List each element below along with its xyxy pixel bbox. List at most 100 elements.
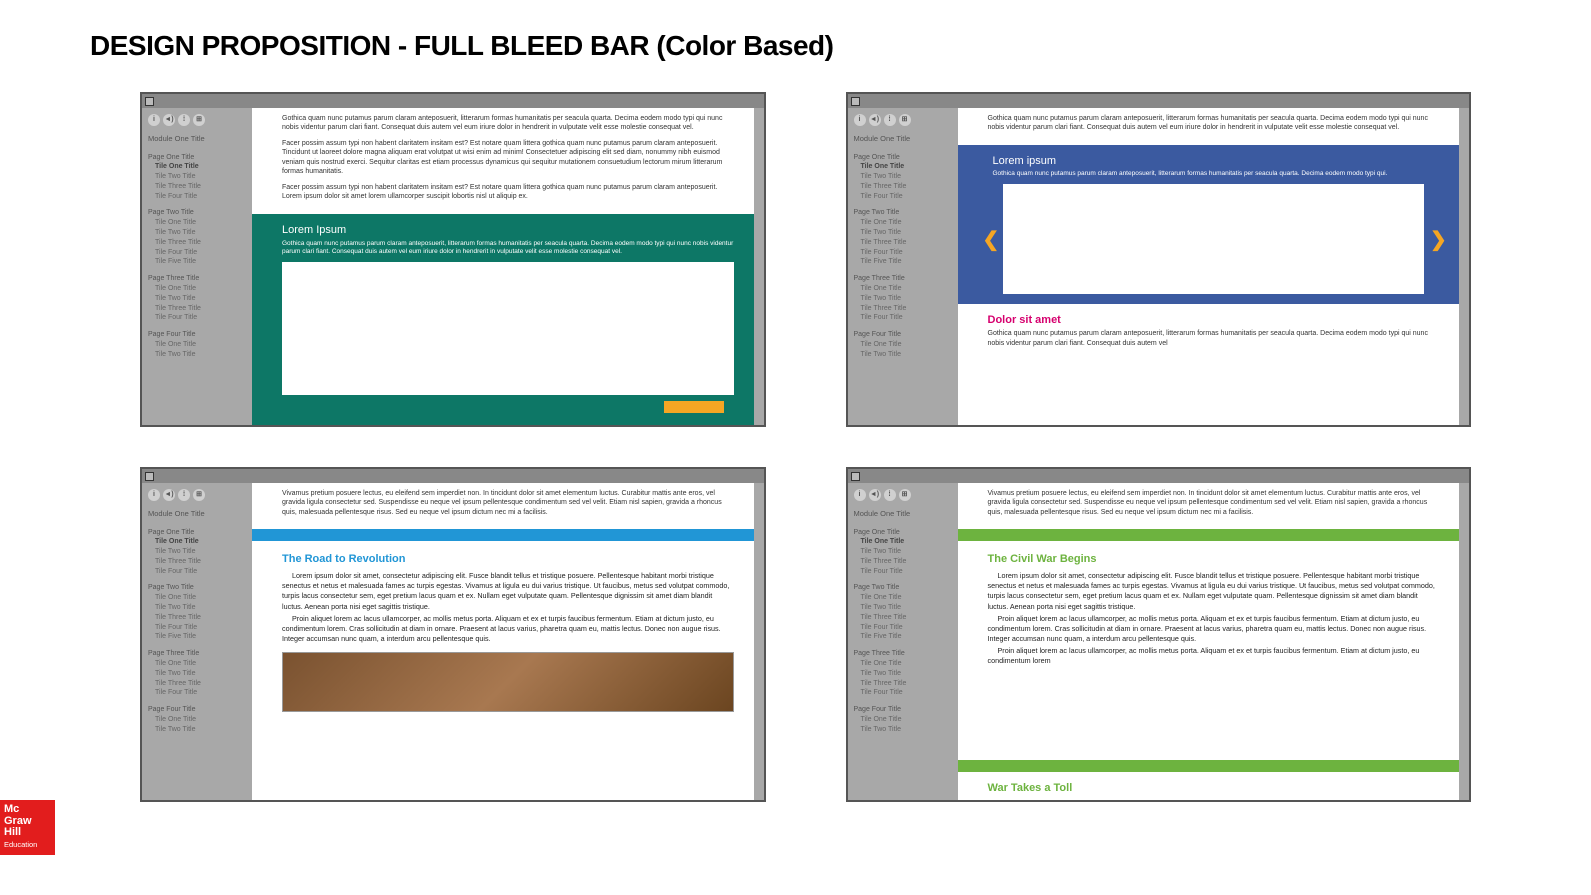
scrollbar[interactable] (1459, 483, 1469, 800)
toolbar-button-1[interactable]: ◄) (869, 489, 881, 501)
nav-item[interactable]: Tile Five Title (148, 632, 246, 642)
nav-item[interactable]: Tile One Title (854, 284, 952, 294)
nav-item[interactable]: Tile One Title (854, 593, 952, 603)
nav-item[interactable]: Tile Three Title (148, 613, 246, 623)
toolbar-button-2[interactable]: ⁞ (884, 114, 896, 126)
nav-item[interactable]: Tile Four Title (854, 313, 952, 323)
nav-item[interactable]: Tile One Title (854, 659, 952, 669)
nav-item[interactable]: Tile One Title (148, 715, 246, 725)
nav-item[interactable]: Tile One Title (854, 340, 952, 350)
nav-item[interactable]: Tile Four Title (854, 567, 952, 577)
nav-item[interactable]: Tile Two Title (854, 228, 952, 238)
nav-item[interactable]: Tile Four Title (148, 688, 246, 698)
nav-item[interactable]: Tile Two Title (148, 669, 246, 679)
toolbar-button-0[interactable]: i (854, 114, 866, 126)
nav-item[interactable]: Tile One Title (854, 218, 952, 228)
nav-item[interactable]: Tile Two Title (854, 294, 952, 304)
nav-item[interactable]: Tile Four Title (854, 192, 952, 202)
nav-page-title[interactable]: Page Two Title (854, 208, 952, 218)
toolbar-button-0[interactable]: i (148, 114, 160, 126)
nav-item[interactable]: Tile Three Title (854, 679, 952, 689)
nav-page-title[interactable]: Page Three Title (854, 274, 952, 284)
nav-item[interactable]: Tile Three Title (148, 304, 246, 314)
nav-item[interactable]: Tile Five Title (854, 632, 952, 642)
toolbar-button-0[interactable]: i (854, 489, 866, 501)
nav-item[interactable]: Tile Four Title (148, 623, 246, 633)
nav-item[interactable]: Tile Four Title (854, 248, 952, 258)
nav-page-title[interactable]: Page Three Title (148, 649, 246, 659)
nav-item[interactable]: Tile Four Title (148, 192, 246, 202)
nav-page-title[interactable]: Page Three Title (148, 274, 246, 284)
toolbar-button-3[interactable]: ⊞ (899, 114, 911, 126)
nav-item[interactable]: Tile Two Title (854, 603, 952, 613)
toolbar-button-0[interactable]: i (148, 489, 160, 501)
nav-item[interactable]: Tile Four Title (148, 313, 246, 323)
toolbar-button-2[interactable]: ⁞ (884, 489, 896, 501)
nav-page-title[interactable]: Page Four Title (148, 330, 246, 340)
nav-item[interactable]: Tile Two Title (854, 350, 952, 360)
nav-item[interactable]: Tile Two Title (854, 547, 952, 557)
nav-item[interactable]: Tile Four Title (854, 688, 952, 698)
nav-page-title[interactable]: Page Four Title (148, 705, 246, 715)
nav-item[interactable]: Tile One Title (148, 218, 246, 228)
chevron-left-icon[interactable]: ❮ (983, 227, 997, 252)
nav-item[interactable]: Tile Four Title (854, 623, 952, 633)
nav-item[interactable]: Tile Two Title (148, 294, 246, 304)
nav-item[interactable]: Tile One Title (148, 537, 246, 547)
nav-item[interactable]: Tile One Title (854, 162, 952, 172)
nav-item[interactable]: Tile One Title (148, 659, 246, 669)
toolbar-button-3[interactable]: ⊞ (193, 114, 205, 126)
nav-item[interactable]: Tile Three Title (854, 182, 952, 192)
nav-item[interactable]: Tile Two Title (148, 547, 246, 557)
nav-item[interactable]: Tile Five Title (148, 257, 246, 267)
nav-item[interactable]: Tile One Title (148, 340, 246, 350)
nav-item[interactable]: Tile Two Title (854, 172, 952, 182)
nav-item[interactable]: Tile Three Title (148, 238, 246, 248)
nav-item[interactable]: Tile One Title (854, 715, 952, 725)
nav-item[interactable]: Tile Two Title (148, 228, 246, 238)
scrollbar[interactable] (754, 483, 764, 800)
toolbar-button-2[interactable]: ⁞ (178, 114, 190, 126)
nav-item[interactable]: Tile Two Title (148, 172, 246, 182)
nav-item[interactable]: Tile Two Title (148, 350, 246, 360)
nav-item[interactable]: Tile Two Title (854, 725, 952, 735)
nav-page-title[interactable]: Page One Title (854, 153, 952, 163)
window-control-icon (145, 472, 154, 481)
nav-item[interactable]: Tile Three Title (148, 679, 246, 689)
nav-item[interactable]: Tile One Title (148, 284, 246, 294)
nav-item[interactable]: Tile Three Title (148, 182, 246, 192)
nav-item[interactable]: Tile One Title (148, 162, 246, 172)
toolbar-button-1[interactable]: ◄) (163, 489, 175, 501)
chevron-right-icon[interactable]: ❯ (1430, 227, 1444, 252)
nav-page-title[interactable]: Page One Title (854, 528, 952, 538)
nav-page-title[interactable]: Page Two Title (148, 208, 246, 218)
nav-page-title[interactable]: Page Four Title (854, 330, 952, 340)
nav-item[interactable]: Tile Three Title (854, 238, 952, 248)
nav-item[interactable]: Tile Three Title (854, 613, 952, 623)
nav-page-title[interactable]: Page One Title (148, 153, 246, 163)
nav-page-title[interactable]: Page Two Title (148, 583, 246, 593)
nav-item[interactable]: Tile One Title (854, 537, 952, 547)
scrollbar[interactable] (1459, 108, 1469, 425)
nav-page-title[interactable]: Page One Title (148, 528, 246, 538)
toolbar-button-3[interactable]: ⊞ (899, 489, 911, 501)
toolbar-button-1[interactable]: ◄) (869, 114, 881, 126)
nav-page-title[interactable]: Page Four Title (854, 705, 952, 715)
nav-item[interactable]: Tile Three Title (148, 557, 246, 567)
nav-item[interactable]: Tile Four Title (148, 248, 246, 258)
nav-item[interactable]: Tile Two Title (148, 603, 246, 613)
scrollbar[interactable] (754, 108, 764, 425)
nav-item[interactable]: Tile Two Title (854, 669, 952, 679)
nav-page-title[interactable]: Page Three Title (854, 649, 952, 659)
toolbar-button-1[interactable]: ◄) (163, 114, 175, 126)
nav-item[interactable]: Tile Four Title (148, 567, 246, 577)
nav-item[interactable]: Tile Two Title (148, 725, 246, 735)
nav-page-title[interactable]: Page Two Title (854, 583, 952, 593)
nav-item[interactable]: Tile Three Title (854, 557, 952, 567)
nav-item[interactable]: Tile Three Title (854, 304, 952, 314)
toolbar-button-3[interactable]: ⊞ (193, 489, 205, 501)
nav-item[interactable]: Tile One Title (148, 593, 246, 603)
nav-item[interactable]: Tile Five Title (854, 257, 952, 267)
toolbar-button-2[interactable]: ⁞ (178, 489, 190, 501)
cta-button[interactable] (664, 401, 724, 413)
